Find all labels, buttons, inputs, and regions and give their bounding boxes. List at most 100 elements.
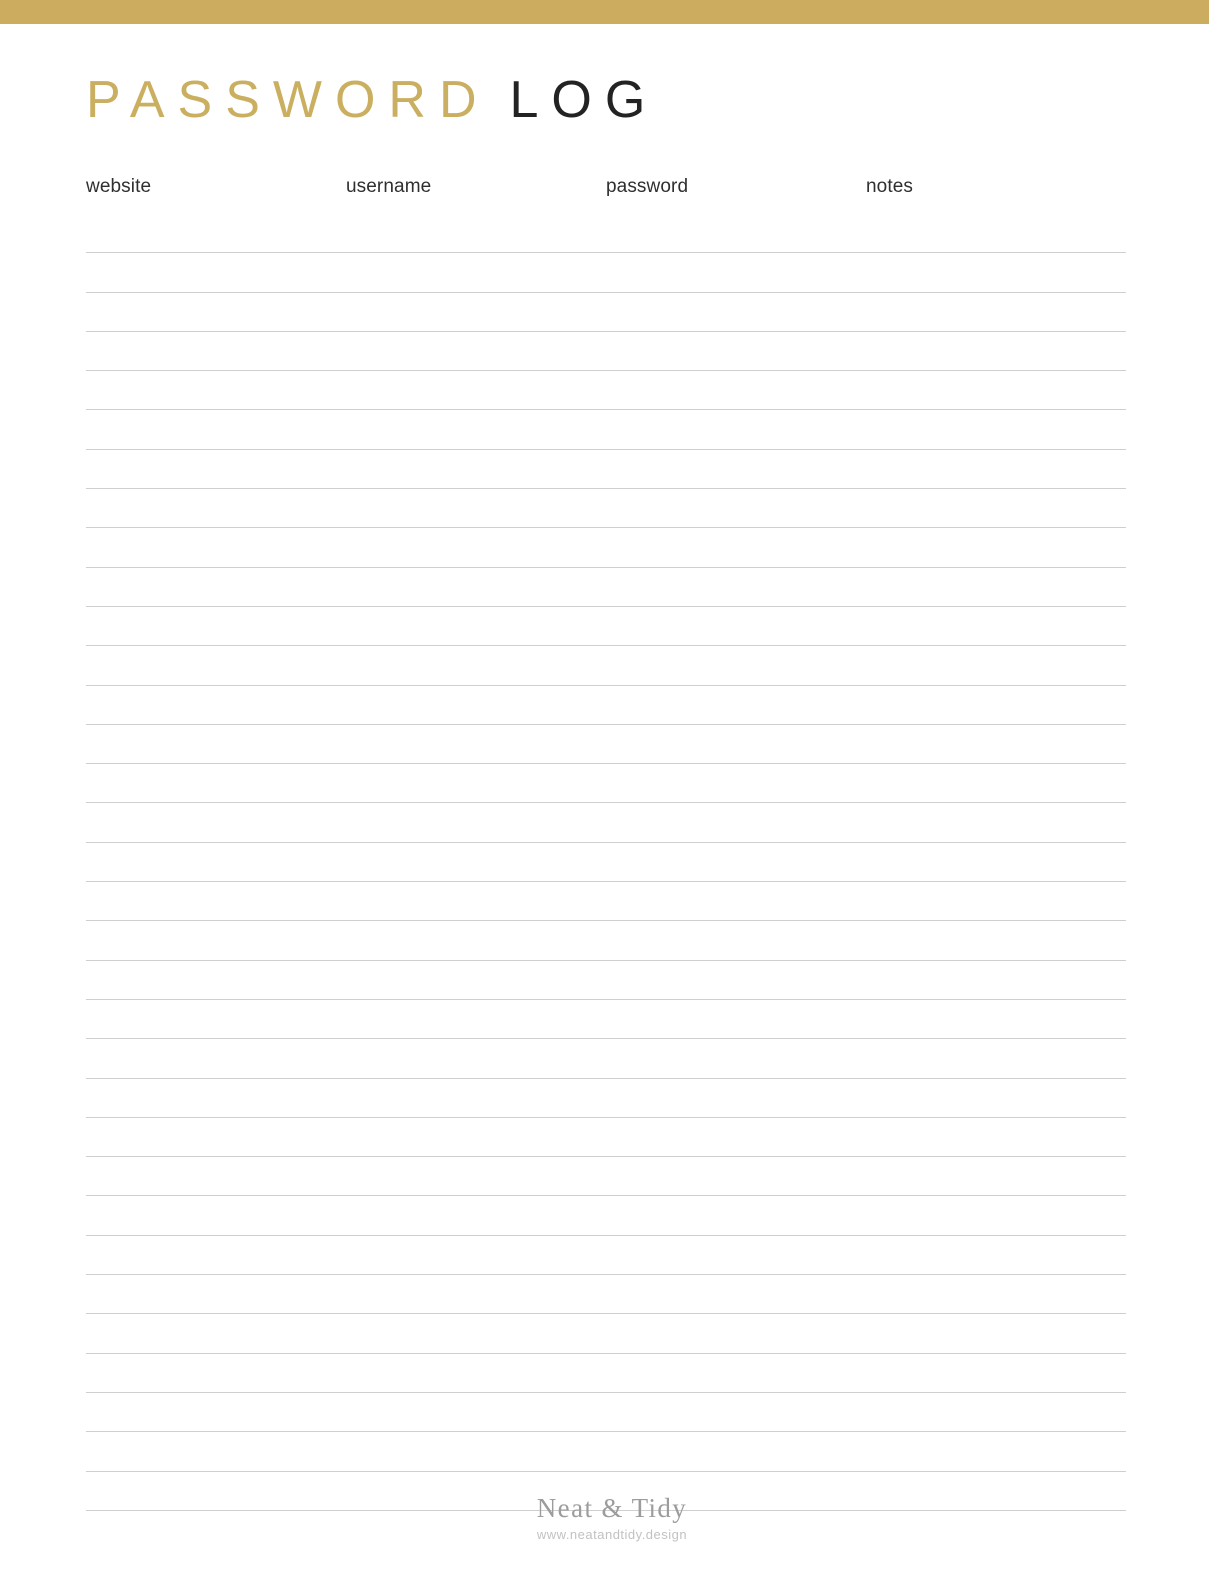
entry-line-username[interactable]: [346, 253, 606, 293]
entry-line-password[interactable]: [606, 1000, 866, 1040]
entry-line-notes[interactable]: [866, 686, 1126, 725]
entry-line-notes[interactable]: [866, 1314, 1126, 1354]
entry-line-notes[interactable]: [866, 1079, 1126, 1118]
entry-line-password[interactable]: [606, 293, 866, 332]
entry-line-username[interactable]: [346, 1118, 606, 1158]
entry-line-password[interactable]: [606, 607, 866, 647]
entry-line-password[interactable]: [606, 214, 866, 254]
entry-line-notes[interactable]: [866, 1354, 1126, 1393]
entry-line-password[interactable]: [606, 882, 866, 922]
entry-line-website[interactable]: [86, 253, 346, 293]
entry-line-username[interactable]: [346, 1196, 606, 1236]
entry-line-password[interactable]: [606, 1354, 866, 1393]
entry-line-username[interactable]: [346, 1000, 606, 1040]
entry-line-username[interactable]: [346, 1432, 606, 1472]
entry-line-notes[interactable]: [866, 1000, 1126, 1040]
entry-line-website[interactable]: [86, 1196, 346, 1236]
entry-line-username[interactable]: [346, 607, 606, 647]
entry-line-password[interactable]: [606, 1039, 866, 1079]
entry-line-username[interactable]: [346, 489, 606, 529]
entry-line-website[interactable]: [86, 843, 346, 883]
entry-line-notes[interactable]: [866, 371, 1126, 411]
entry-line-notes[interactable]: [866, 293, 1126, 332]
entry-line-notes[interactable]: [866, 332, 1126, 372]
entry-line-password[interactable]: [606, 450, 866, 490]
entry-line-password[interactable]: [606, 961, 866, 1000]
entry-line-username[interactable]: [346, 214, 606, 254]
entry-line-password[interactable]: [606, 332, 866, 372]
entry-line-password[interactable]: [606, 725, 866, 765]
entry-line-username[interactable]: [346, 961, 606, 1000]
entry-line-notes[interactable]: [866, 253, 1126, 293]
entry-line-password[interactable]: [606, 568, 866, 607]
entry-line-password[interactable]: [606, 528, 866, 568]
entry-line-website[interactable]: [86, 332, 346, 372]
entry-line-password[interactable]: [606, 410, 866, 450]
entry-line-password[interactable]: [606, 1236, 866, 1276]
entry-line-notes[interactable]: [866, 1275, 1126, 1315]
entry-line-username[interactable]: [346, 725, 606, 765]
entry-line-website[interactable]: [86, 568, 346, 607]
entry-line-website[interactable]: [86, 1000, 346, 1040]
entry-line-website[interactable]: [86, 1157, 346, 1197]
entry-line-website[interactable]: [86, 1236, 346, 1276]
entry-line-website[interactable]: [86, 410, 346, 450]
entry-line-website[interactable]: [86, 686, 346, 725]
entry-line-notes[interactable]: [866, 921, 1126, 961]
entry-line-notes[interactable]: [866, 803, 1126, 843]
entry-line-notes[interactable]: [866, 1393, 1126, 1433]
entry-line-username[interactable]: [346, 1079, 606, 1118]
entry-line-username[interactable]: [346, 450, 606, 490]
entry-line-notes[interactable]: [866, 1196, 1126, 1236]
entry-line-website[interactable]: [86, 921, 346, 961]
entry-line-password[interactable]: [606, 371, 866, 411]
entry-line-notes[interactable]: [866, 489, 1126, 529]
entry-line-password[interactable]: [606, 764, 866, 804]
entry-line-password[interactable]: [606, 253, 866, 293]
entry-line-username[interactable]: [346, 1157, 606, 1197]
entry-line-notes[interactable]: [866, 1157, 1126, 1197]
entry-line-username[interactable]: [346, 410, 606, 450]
entry-line-website[interactable]: [86, 1275, 346, 1315]
entry-line-website[interactable]: [86, 882, 346, 922]
entry-line-password[interactable]: [606, 803, 866, 843]
entry-line-notes[interactable]: [866, 961, 1126, 1000]
entry-line-website[interactable]: [86, 1314, 346, 1354]
entry-line-website[interactable]: [86, 646, 346, 686]
entry-line-password[interactable]: [606, 489, 866, 529]
entry-line-username[interactable]: [346, 528, 606, 568]
entry-line-password[interactable]: [606, 1275, 866, 1315]
entry-line-notes[interactable]: [866, 882, 1126, 922]
entry-line-username[interactable]: [346, 332, 606, 372]
entry-line-website[interactable]: [86, 1039, 346, 1079]
entry-line-password[interactable]: [606, 1157, 866, 1197]
entry-line-website[interactable]: [86, 961, 346, 1000]
entry-line-website[interactable]: [86, 293, 346, 332]
entry-line-notes[interactable]: [866, 764, 1126, 804]
entry-line-notes[interactable]: [866, 725, 1126, 765]
entry-line-username[interactable]: [346, 1354, 606, 1393]
entry-line-notes[interactable]: [866, 528, 1126, 568]
entry-line-notes[interactable]: [866, 646, 1126, 686]
entry-line-password[interactable]: [606, 843, 866, 883]
entry-line-username[interactable]: [346, 646, 606, 686]
entry-line-notes[interactable]: [866, 1039, 1126, 1079]
entry-line-password[interactable]: [606, 646, 866, 686]
entry-line-password[interactable]: [606, 1118, 866, 1158]
entry-line-username[interactable]: [346, 1039, 606, 1079]
entry-line-notes[interactable]: [866, 1118, 1126, 1158]
entry-line-website[interactable]: [86, 607, 346, 647]
entry-line-username[interactable]: [346, 1393, 606, 1433]
entry-line-website[interactable]: [86, 450, 346, 490]
entry-line-website[interactable]: [86, 528, 346, 568]
entry-line-website[interactable]: [86, 1393, 346, 1433]
entry-line-username[interactable]: [346, 1314, 606, 1354]
entry-line-username[interactable]: [346, 921, 606, 961]
entry-line-password[interactable]: [606, 1393, 866, 1433]
entry-line-username[interactable]: [346, 371, 606, 411]
entry-line-website[interactable]: [86, 803, 346, 843]
entry-line-website[interactable]: [86, 214, 346, 254]
entry-line-username[interactable]: [346, 1236, 606, 1276]
entry-line-username[interactable]: [346, 803, 606, 843]
entry-line-password[interactable]: [606, 1196, 866, 1236]
